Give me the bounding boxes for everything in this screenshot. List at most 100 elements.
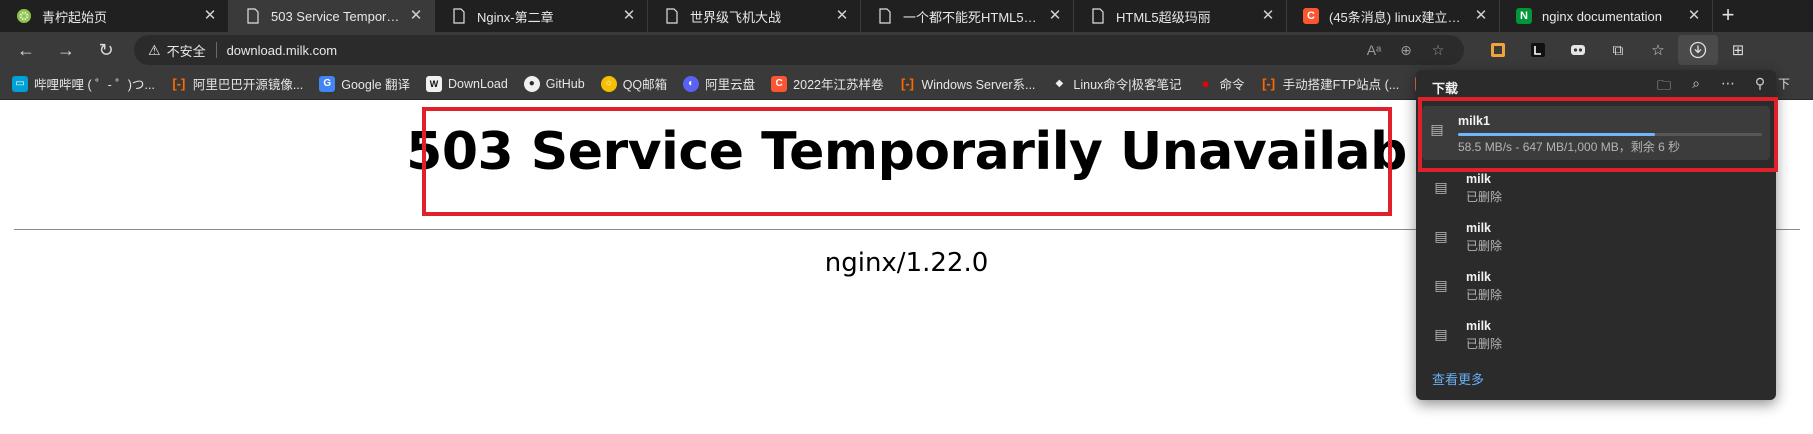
bookmark-item[interactable]: ○ QQ邮箱	[600, 74, 667, 93]
collections-icon[interactable]: ⊞	[1718, 32, 1758, 68]
aliyundrive-icon: ◐	[683, 75, 700, 92]
bookmark-overflow-label[interactable]: 下vsftp	[1778, 68, 1813, 123]
close-icon[interactable]: ✕	[1260, 8, 1276, 24]
close-icon[interactable]: ✕	[408, 8, 424, 24]
bookmark-item[interactable]: C 2022年江苏样卷	[771, 74, 883, 93]
tab-title: 世界级飞机大战	[690, 9, 782, 25]
tab-title: HTML5超级玛丽	[1116, 9, 1211, 25]
downloads-icon[interactable]	[1678, 35, 1718, 65]
bilibili-icon: ▭	[12, 75, 28, 92]
url-text: download.milk.com	[226, 42, 338, 58]
tab-title: nginx documentation	[1542, 8, 1662, 24]
download-item[interactable]: ▤ milk 已删除	[1422, 213, 1770, 262]
tab-nginx-docs[interactable]: N nginx documentation ✕	[1500, 0, 1713, 32]
page-icon	[877, 8, 893, 24]
download-name: milk	[1466, 319, 1492, 333]
favorites-icon[interactable]: ☆	[1638, 32, 1678, 68]
qqmail-icon: ○	[600, 75, 617, 92]
download-status: 已删除	[1466, 190, 1503, 204]
heading-highlight-box	[422, 107, 1392, 216]
refresh-button[interactable]: ↻	[86, 32, 126, 68]
download-name: milk	[1466, 221, 1492, 235]
tab-plane-game[interactable]: 世界级飞机大战 ✕	[648, 0, 861, 32]
open-folder-icon[interactable]: 🗀	[1648, 75, 1680, 99]
bookmark-label: GitHub	[545, 76, 585, 91]
downloads-title: 下载	[1432, 80, 1459, 96]
page-icon	[451, 8, 467, 24]
bookmark-item[interactable]: ◆ Linux命令|极客笔记	[1051, 74, 1182, 93]
page-icon	[664, 8, 680, 24]
bookmark-item[interactable]: ▭ 哔哩哔哩 ( ゜- ゜)つ...	[12, 74, 155, 93]
tab-strip: 青柠起始页 ✕ 503 Service Temporarily Unavaila…	[0, 0, 1813, 32]
bookmark-item[interactable]: ● 命令	[1198, 74, 1245, 93]
bookmark-item[interactable]: W DownLoad	[426, 75, 508, 92]
download-site-icon: W	[426, 75, 443, 92]
github-icon: ●	[523, 75, 540, 92]
bookmark-label: 阿里云盘	[705, 78, 756, 92]
reader-extension-icon[interactable]	[1518, 32, 1558, 68]
read-aloud-icon[interactable]: Aᵃ	[1358, 42, 1390, 58]
zoom-icon[interactable]: ⊕	[1390, 42, 1422, 59]
download-highlight-box	[1418, 97, 1778, 172]
bookmark-label: Google 翻译	[341, 78, 411, 92]
toolbar: ← → ↻ ⚠ 不安全 download.milk.com Aᵃ ⊕ ☆ ⧉ ☆…	[0, 32, 1813, 68]
close-icon[interactable]: ✕	[1473, 8, 1489, 24]
tab-home[interactable]: 青柠起始页 ✕	[0, 0, 229, 32]
search-icon[interactable]: ⌕	[1680, 75, 1712, 99]
tab-csdn[interactable]: C (45条消息) linux建立数据库 ✕	[1287, 0, 1500, 32]
close-icon[interactable]: ✕	[202, 8, 218, 24]
file-icon: ▤	[1434, 227, 1448, 244]
back-button[interactable]: ←	[6, 32, 46, 68]
bookmark-label: Linux命令|极客笔记	[1073, 78, 1182, 92]
bookmark-item[interactable]: [-] Windows Server系...	[899, 74, 1035, 93]
csdn-icon: C	[771, 75, 788, 92]
lime-icon	[16, 8, 32, 24]
close-icon[interactable]: ✕	[1686, 8, 1702, 24]
address-bar-actions: Aᵃ ⊕ ☆	[1358, 42, 1464, 59]
download-status: 已删除	[1466, 239, 1503, 253]
close-icon[interactable]: ✕	[621, 8, 637, 24]
more-icon[interactable]: ⋯	[1712, 75, 1744, 99]
download-name: milk	[1466, 270, 1492, 284]
download-item[interactable]: ▤ milk 已删除	[1422, 262, 1770, 311]
file-icon: ▤	[1434, 178, 1448, 195]
download-status: 已删除	[1466, 337, 1503, 351]
favorite-add-icon[interactable]: ☆	[1422, 42, 1454, 59]
separator	[215, 42, 217, 58]
tab-503[interactable]: 503 Service Temporarily Unavailable ✕	[229, 0, 435, 32]
download-item[interactable]: ▤ milk 已删除	[1422, 311, 1770, 360]
warning-icon[interactable]: ⚠	[148, 42, 161, 59]
bookmark-item[interactable]: G Google 翻译	[319, 74, 410, 93]
nginx-icon: N	[1516, 8, 1532, 24]
tab-title: 一个都不能死HTML5网页小游戏	[903, 9, 1041, 25]
address-bar[interactable]: ⚠ 不安全 download.milk.com Aᵃ ⊕ ☆	[134, 35, 1464, 65]
bookmark-item[interactable]: ◐ 阿里云盘	[683, 74, 755, 93]
new-tab-button[interactable]: +	[1713, 0, 1743, 32]
bookmark-item[interactable]: ● GitHub	[523, 75, 585, 92]
security-label: 不安全	[166, 43, 206, 59]
tab-title: 503 Service Temporarily Unavailable	[271, 8, 402, 24]
forward-button[interactable]: →	[46, 32, 86, 68]
geek-icon: ◆	[1055, 78, 1064, 89]
close-icon[interactable]: ✕	[834, 8, 850, 24]
aliyun-icon: [-]	[900, 76, 914, 91]
close-icon[interactable]: ✕	[1047, 8, 1063, 24]
file-icon: ▤	[1434, 325, 1448, 342]
bookmark-label: 手动搭建FTP站点 (...	[1282, 78, 1400, 92]
game-extension-icon[interactable]	[1558, 32, 1598, 68]
bookmark-item[interactable]: [-] 手动搭建FTP站点 (...	[1261, 74, 1400, 93]
page-icon	[1090, 8, 1106, 24]
pin-icon[interactable]: ⚲	[1744, 75, 1776, 99]
bookmark-label: Windows Server系...	[921, 78, 1036, 92]
csdn-icon: C	[1303, 8, 1319, 24]
puzzle-icon[interactable]: ⧉	[1598, 32, 1638, 68]
bookmark-item[interactable]: [-] 阿里巴巴开源镜像...	[171, 74, 303, 93]
google-translate-icon: G	[319, 75, 336, 92]
bookmark-label: DownLoad	[448, 76, 508, 91]
tab-nginx-chapter[interactable]: Nginx-第二章 ✕	[435, 0, 648, 32]
download-name: milk	[1466, 172, 1492, 186]
extension-icon[interactable]	[1478, 32, 1518, 68]
see-more-link[interactable]: 查看更多	[1432, 369, 1484, 388]
tab-super-mario[interactable]: HTML5超级玛丽 ✕	[1074, 0, 1287, 32]
tab-html5-game[interactable]: 一个都不能死HTML5网页小游戏 ✕	[861, 0, 1074, 32]
